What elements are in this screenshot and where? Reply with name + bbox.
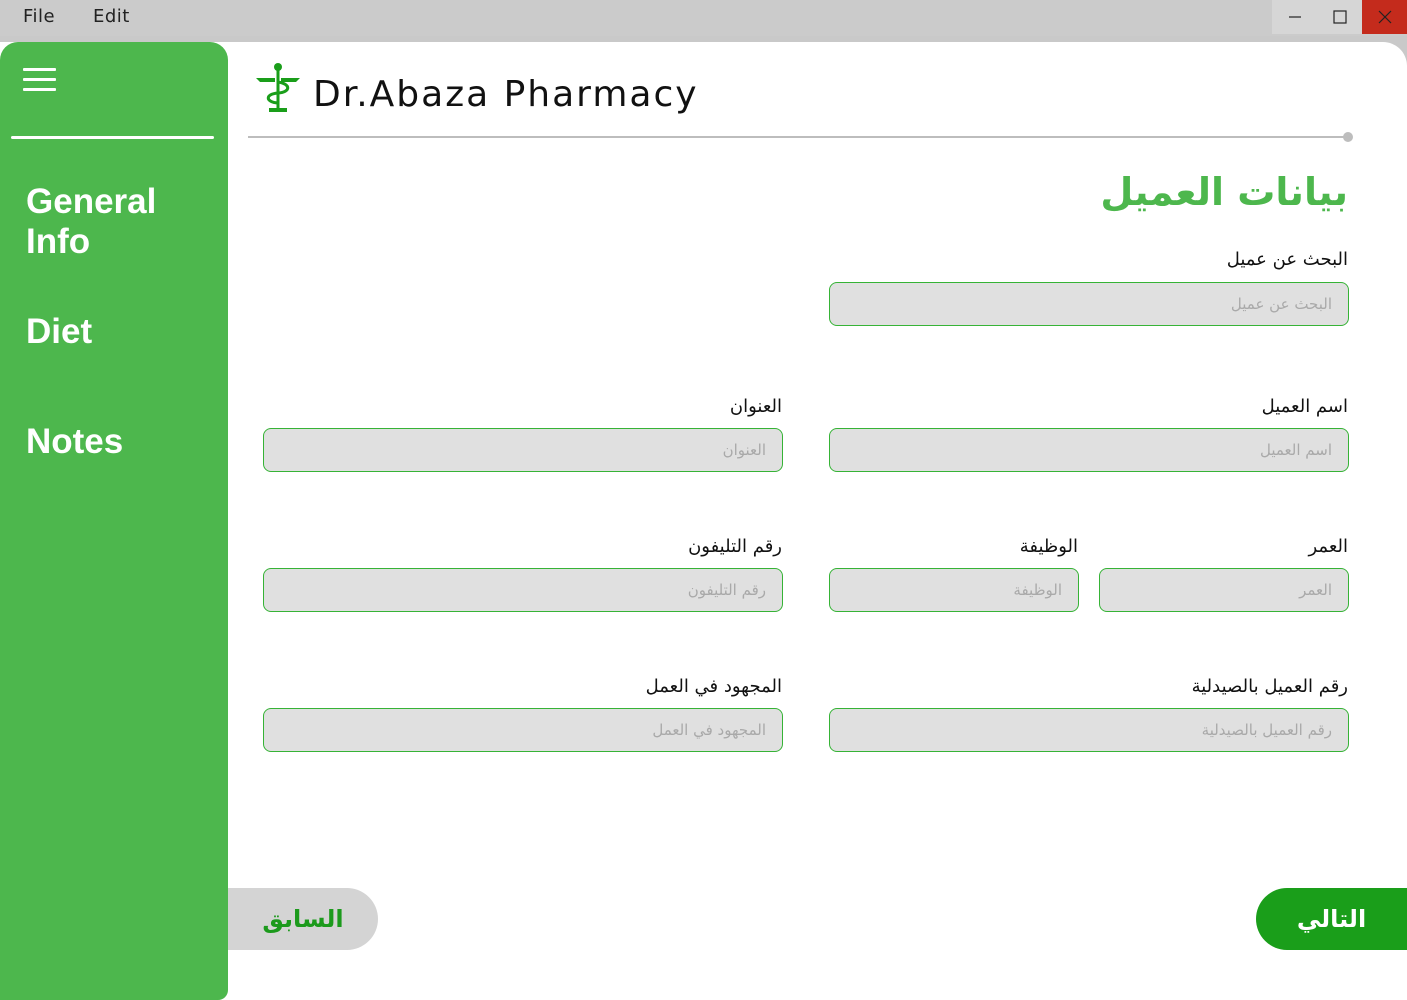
phone-input[interactable]: [263, 568, 783, 612]
client-number-label: رقم العميل بالصيدلية: [1191, 676, 1348, 697]
work-effort-input[interactable]: [263, 708, 783, 752]
sidebar-item-notes[interactable]: Notes: [26, 422, 123, 462]
address-label: العنوان: [729, 396, 782, 417]
header-divider-dot: [1343, 132, 1353, 142]
header-divider: [248, 136, 1348, 138]
sidebar-item-general-info[interactable]: General Info: [26, 182, 206, 262]
window-controls: [1272, 0, 1407, 34]
address-input[interactable]: [263, 428, 783, 472]
menu-edit[interactable]: Edit: [93, 6, 130, 27]
job-label: الوظيفة: [1019, 536, 1078, 557]
app-title: Dr.Abaza Pharmacy: [313, 74, 699, 115]
close-button[interactable]: [1362, 0, 1407, 34]
age-input[interactable]: [1099, 568, 1349, 612]
page-title: بيانات العميل: [1100, 170, 1348, 214]
menu-file[interactable]: File: [23, 6, 55, 27]
previous-button[interactable]: السابق: [228, 888, 378, 950]
minimize-button[interactable]: [1272, 0, 1317, 34]
sidebar: General Info Diet Notes: [0, 42, 228, 1000]
age-label: العمر: [1308, 536, 1348, 557]
maximize-button[interactable]: [1317, 0, 1362, 34]
search-label: البحث عن عميل: [1226, 249, 1348, 270]
minimize-icon: [1288, 16, 1301, 18]
caduceus-icon: [256, 63, 300, 112]
close-icon: [1378, 10, 1391, 24]
sidebar-divider: [11, 136, 214, 139]
search-input[interactable]: [829, 282, 1349, 326]
next-button[interactable]: التالي: [1256, 888, 1407, 950]
phone-label: رقم التليفون: [688, 536, 782, 557]
client-number-input[interactable]: [829, 708, 1349, 752]
sidebar-item-diet[interactable]: Diet: [26, 312, 92, 352]
client-name-input[interactable]: [829, 428, 1349, 472]
work-effort-label: المجهود في العمل: [645, 676, 782, 697]
maximize-icon: [1332, 10, 1347, 24]
job-input[interactable]: [829, 568, 1079, 612]
title-bar: File Edit: [0, 0, 1407, 36]
hamburger-menu-icon[interactable]: [23, 68, 57, 94]
client-name-label: اسم العميل: [1261, 396, 1348, 417]
